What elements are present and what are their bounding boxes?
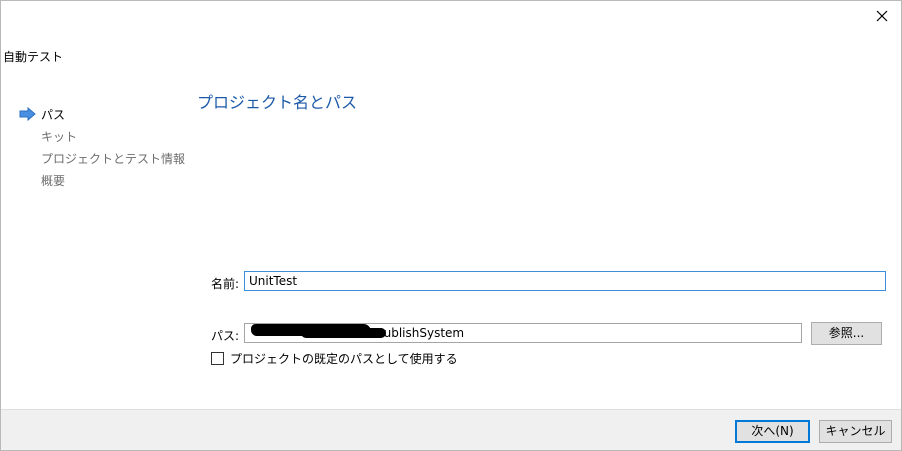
path-label: パス: <box>211 329 240 343</box>
default-path-checkbox[interactable] <box>211 352 224 365</box>
page-title: プロジェクト名とパス <box>197 93 358 112</box>
wizard-window: 自動テスト パス キット プロジェクトとテスト情報 概要 プロジェクト名とパス … <box>0 0 902 451</box>
step-path: パス <box>19 103 189 125</box>
next-button[interactable]: 次へ(N) <box>735 420 810 443</box>
close-icon <box>876 10 888 22</box>
step-summary: 概要 <box>19 169 189 191</box>
step-label: パス <box>41 107 66 122</box>
cancel-button[interactable]: キャンセル <box>819 420 892 443</box>
name-input[interactable] <box>244 271 886 291</box>
name-label: 名前: <box>211 277 240 291</box>
step-label: プロジェクトとテスト情報 <box>41 151 186 166</box>
default-path-checkbox-row[interactable]: プロジェクトの既定のパスとして使用する <box>211 350 458 367</box>
step-project-test-info: プロジェクトとテスト情報 <box>19 147 189 169</box>
footer-bar: 次へ(N) キャンセル <box>1 409 901 450</box>
redaction-mark <box>301 328 386 338</box>
wizard-title: 自動テスト <box>3 50 64 64</box>
close-button[interactable] <box>869 4 895 28</box>
wizard-steps: パス キット プロジェクトとテスト情報 概要 <box>19 103 189 191</box>
browse-button[interactable]: 参照... <box>811 322 882 345</box>
default-path-checkbox-label: プロジェクトの既定のパスとして使用する <box>230 352 458 366</box>
step-label: 概要 <box>41 173 66 188</box>
step-label: キット <box>41 129 78 144</box>
step-kit: キット <box>19 125 189 147</box>
arrow-right-icon <box>19 106 41 122</box>
